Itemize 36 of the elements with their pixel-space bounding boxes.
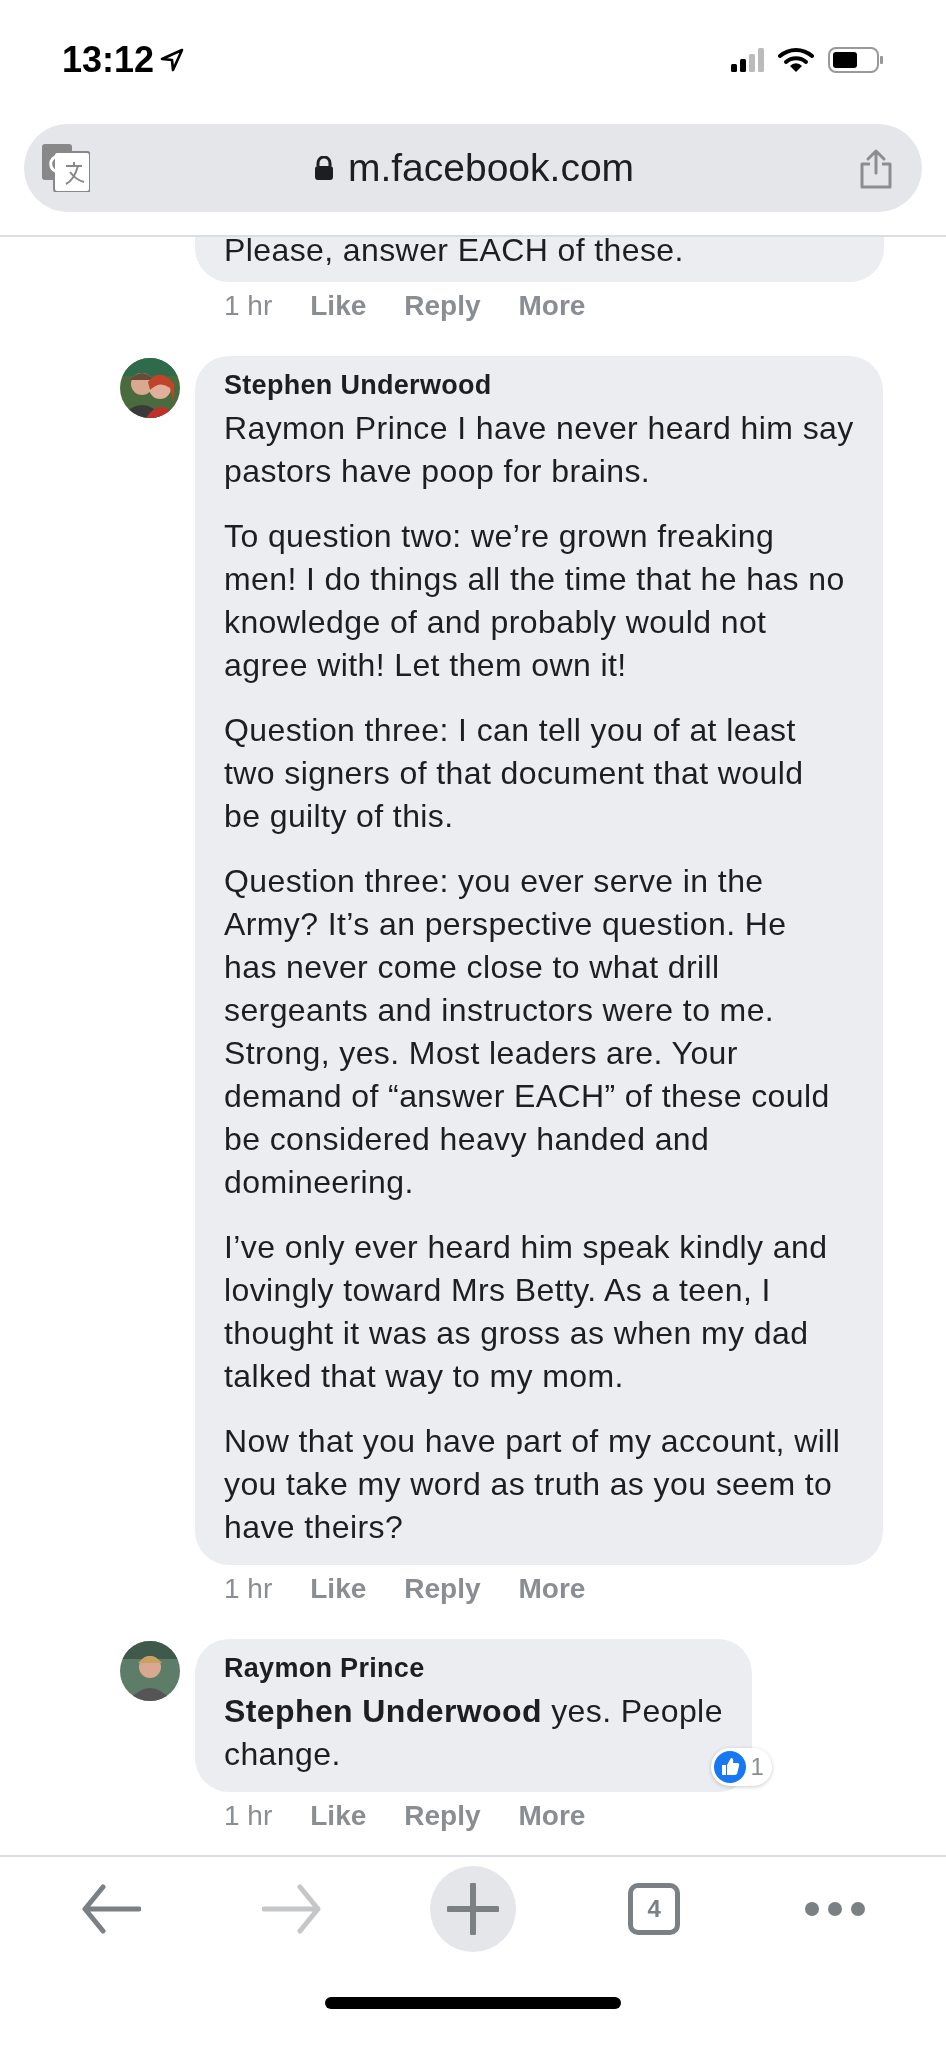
- lock-icon: [313, 155, 334, 180]
- comment-action-link[interactable]: More: [518, 1799, 586, 1832]
- comment-action-link[interactable]: Like: [310, 1799, 367, 1832]
- url-text: m.facebook.com: [347, 145, 635, 190]
- comment-text: Raymon Prince I have never heard him say pastors have poop for brains.: [224, 408, 854, 491]
- back-arrow-button[interactable]: [80, 1882, 141, 1935]
- comment-text: Question three: I can tell you of at least two signers of that document that would be guilty of this.: [224, 710, 805, 836]
- comment-action-link[interactable]: Reply: [404, 1799, 481, 1832]
- comment-text: I’ve only ever heard him speak kindly and lovingly toward Mrs Betty. As a teen, I thought it was as gross as when my dad talked that way to my mom.: [224, 1227, 829, 1396]
- battery-icon: [828, 46, 884, 73]
- comment-action-link[interactable]: Like: [310, 1572, 367, 1605]
- comment-action-link[interactable]: Reply: [404, 289, 481, 322]
- like-icon: [714, 1750, 747, 1783]
- comment-action-link[interactable]: Like: [310, 289, 367, 322]
- signal-icon: [731, 46, 764, 73]
- reaction-badge[interactable]: 1: [711, 1747, 772, 1786]
- tabs-button[interactable]: 4: [628, 1882, 681, 1935]
- comment-action-link[interactable]: More: [518, 1572, 586, 1605]
- plus-icon: [447, 1882, 499, 1935]
- location-arrow-icon: [160, 47, 185, 72]
- comment-text: To question two: we’re grown freaking men! I do things all the time that he has no knowledge of and probably would not agree with! Let them own it!: [224, 516, 846, 685]
- comment-text: Please, answer EACH of these.: [224, 236, 684, 270]
- comment-time: 1 hr: [224, 1572, 273, 1605]
- comment-text: Now that you have part of my account, will you take my word as truth as you seem to have theirs?: [224, 1421, 842, 1547]
- comment-time: 1 hr: [224, 289, 273, 322]
- comment-text: Question three: you ever serve in the Army? It’s an perspective question. He has never come close to what drill sergeants and instructors were to me. Strong, yes. Most leaders are. Your demand of “answer EACH” of these could be considered heavy handed and domineering.: [224, 861, 831, 1202]
- translate-icon[interactable]: [42, 143, 90, 192]
- status-time: 13:12: [62, 38, 155, 81]
- comment-time: 1 hr: [224, 1799, 273, 1832]
- comment-author[interactable]: Raymon Prince: [224, 1652, 723, 1684]
- address-bar[interactable]: m.facebook.com: [24, 123, 922, 212]
- wifi-icon: [778, 46, 814, 73]
- comment-action-link[interactable]: Reply: [404, 1572, 481, 1605]
- more-button[interactable]: [805, 1901, 866, 1916]
- comment-author[interactable]: Stephen Underwood: [224, 369, 854, 401]
- comment-action-link[interactable]: More: [518, 289, 586, 322]
